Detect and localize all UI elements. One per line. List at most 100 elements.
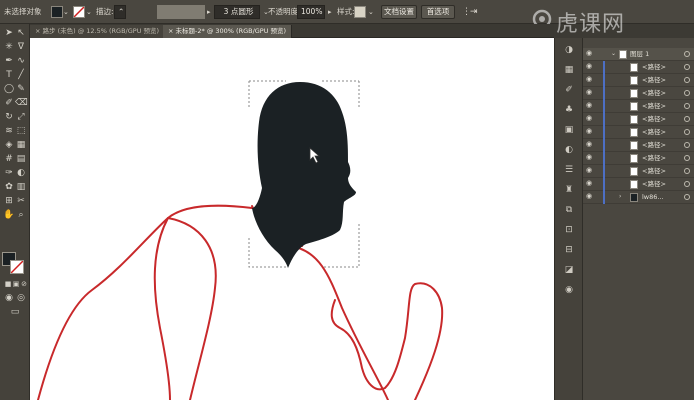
swatches-panel-icon[interactable]: ▦ — [563, 64, 575, 76]
stroke-swatch[interactable] — [73, 6, 85, 18]
visibility-eye-icon[interactable]: ◉ — [586, 140, 592, 148]
target-circle-icon[interactable] — [684, 155, 690, 161]
column-graph-tool-icon[interactable]: ▥ — [15, 181, 27, 193]
tab-close-icon[interactable]: × — [168, 27, 176, 35]
zoom-tool-icon[interactable]: ⌕ — [15, 209, 27, 221]
free-transform-tool-icon[interactable]: ⬚ — [15, 125, 27, 137]
align-icon[interactable]: ⇥ — [470, 5, 478, 19]
tab-document-2[interactable]: × 未标题-2* @ 300% (RGB/GPU 预览) — [163, 25, 293, 38]
preferences-button[interactable]: 首选项 — [421, 5, 455, 19]
blend-tool-icon[interactable]: ◐ — [15, 167, 27, 179]
visibility-eye-icon[interactable]: ◉ — [586, 114, 592, 122]
symbols-panel-icon[interactable]: ♣ — [563, 104, 575, 116]
visibility-eye-icon[interactable]: ◉ — [586, 127, 592, 135]
stroke-panel-icon[interactable]: ◉ — [563, 284, 575, 296]
scale-tool-icon[interactable]: ⤢ — [15, 111, 27, 123]
visibility-eye-icon[interactable]: ◉ — [586, 88, 592, 96]
layer-row[interactable]: ◉ <路径> — [583, 113, 694, 126]
layers-panel-icon[interactable]: ☰ — [563, 164, 575, 176]
pathfinder-panel-icon[interactable]: ◪ — [563, 264, 575, 276]
layer-group-row[interactable]: ◉ ⌄ 图层 1 — [583, 48, 694, 61]
artboards-panel-icon[interactable]: ⧉ — [563, 204, 575, 216]
fill-swatch[interactable] — [51, 6, 63, 18]
style-dropdown-icon[interactable]: ⌄ — [368, 5, 374, 19]
expand-arrow-icon[interactable]: › — [619, 193, 621, 200]
target-circle-icon[interactable] — [684, 194, 690, 200]
paintbrush-tool-icon[interactable]: ✎ — [15, 83, 27, 95]
lasso-tool-icon[interactable]: ᐁ — [15, 41, 27, 53]
pen-tool-icon[interactable]: ✒ — [3, 55, 15, 67]
symbol-sprayer-tool-icon[interactable]: ✿ — [3, 181, 15, 193]
none-mode-icon[interactable]: ⊘ — [18, 278, 30, 290]
eraser-tool-icon[interactable]: ⌫ — [15, 97, 28, 109]
brush-dropdown[interactable]: 3 点圆形 — [214, 5, 260, 19]
type-tool-icon[interactable]: T — [3, 69, 15, 81]
layer-row[interactable]: ◉ <路径> — [583, 126, 694, 139]
target-circle-icon[interactable] — [684, 64, 690, 70]
graphic-styles-panel-icon[interactable]: ▣ — [563, 124, 575, 136]
layer-row[interactable]: ◉ <路径> — [583, 178, 694, 191]
fill-dropdown-icon[interactable]: ⌄ — [63, 5, 69, 19]
brushes-panel-icon[interactable]: ✐ — [563, 84, 575, 96]
magic-wand-tool-icon[interactable]: ✳ — [3, 41, 15, 53]
target-circle-icon[interactable] — [684, 116, 690, 122]
visibility-eye-icon[interactable]: ◉ — [586, 166, 592, 174]
layer-row[interactable]: ◉ › lw86... — [583, 191, 694, 204]
stroke-weight-field[interactable]: ⌃ — [114, 5, 126, 19]
layer-row[interactable]: ◉ <路径> — [583, 139, 694, 152]
artboard-canvas[interactable] — [30, 38, 554, 400]
target-circle-icon[interactable] — [684, 77, 690, 83]
variable-width-profile[interactable] — [157, 5, 205, 19]
libraries-panel-icon[interactable]: ♜ — [563, 184, 575, 196]
stroke-color-box[interactable] — [10, 260, 24, 274]
selection-tool-icon[interactable]: ➤ — [3, 27, 15, 39]
visibility-eye-icon[interactable]: ◉ — [586, 62, 592, 70]
appearance-panel-icon[interactable]: ◐ — [563, 144, 575, 156]
doc-setup-button[interactable]: 文档设置 — [381, 5, 417, 19]
warp-tool-icon[interactable]: ≋ — [3, 125, 15, 137]
target-circle-icon[interactable] — [684, 51, 690, 57]
gradient-tool-icon[interactable]: ▤ — [15, 153, 27, 165]
visibility-eye-icon[interactable]: ◉ — [586, 153, 592, 161]
draw-behind-icon[interactable]: ◎ — [15, 292, 27, 304]
visibility-eye-icon[interactable]: ◉ — [586, 101, 592, 109]
target-circle-icon[interactable] — [684, 142, 690, 148]
perspective-grid-tool-icon[interactable]: ▦ — [15, 139, 27, 151]
transform-panel-icon[interactable]: ⊡ — [563, 224, 575, 236]
layer-row[interactable]: ◉ <路径> — [583, 87, 694, 100]
line-tool-icon[interactable]: ╱ — [15, 69, 27, 81]
artboard-tool-icon[interactable]: ⊞ — [3, 195, 15, 207]
mesh-tool-icon[interactable]: # — [3, 153, 15, 165]
visibility-eye-icon[interactable]: ◉ — [586, 179, 592, 187]
curvature-tool-icon[interactable]: ∿ — [15, 55, 27, 67]
visibility-eye-icon[interactable]: ◉ — [586, 75, 592, 83]
shaper-tool-icon[interactable]: ✐ — [3, 97, 15, 109]
tab-close-icon[interactable]: × — [35, 27, 43, 35]
visibility-eye-icon[interactable]: ◉ — [586, 192, 592, 200]
layer-row[interactable]: ◉ <路径> — [583, 74, 694, 87]
target-circle-icon[interactable] — [684, 181, 690, 187]
tab-document-1[interactable]: × 路步 (未色) @ 12.5% (RGB/GPU 预览) — [30, 25, 166, 38]
style-swatch[interactable] — [354, 6, 366, 18]
ellipse-tool-icon[interactable]: ◯ — [3, 83, 15, 95]
layer-row[interactable]: ◉ <路径> — [583, 61, 694, 74]
align-panel-icon[interactable]: ⊟ — [563, 244, 575, 256]
layer-row[interactable]: ◉ <路径> — [583, 165, 694, 178]
layer-row[interactable]: ◉ <路径> — [583, 100, 694, 113]
opacity-arrow-icon[interactable]: ▸ — [328, 5, 332, 19]
target-circle-icon[interactable] — [684, 90, 690, 96]
slice-tool-icon[interactable]: ✂ — [15, 195, 27, 207]
target-circle-icon[interactable] — [684, 168, 690, 174]
layer-row[interactable]: ◉ <路径> — [583, 152, 694, 165]
target-circle-icon[interactable] — [684, 103, 690, 109]
color-panel-icon[interactable]: ◑ — [563, 44, 575, 56]
rotate-tool-icon[interactable]: ↻ — [3, 111, 15, 123]
eyedropper-tool-icon[interactable]: ✑ — [3, 167, 15, 179]
stroke-dropdown-icon[interactable]: ⌄ — [86, 5, 92, 19]
expand-arrow-icon[interactable]: ⌄ — [611, 50, 616, 57]
opacity-label[interactable]: 不透明度: — [268, 5, 301, 19]
target-circle-icon[interactable] — [684, 129, 690, 135]
visibility-eye-icon[interactable]: ◉ — [586, 49, 592, 57]
draw-mode-icon[interactable]: ◉ — [3, 292, 15, 304]
opacity-field[interactable]: 100% — [297, 5, 325, 19]
